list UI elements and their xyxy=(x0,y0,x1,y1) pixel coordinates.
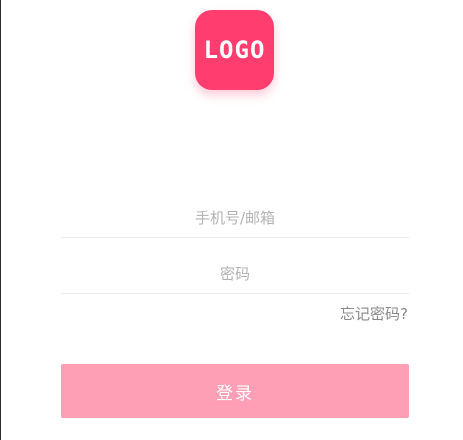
account-field xyxy=(61,198,409,238)
forgot-password-link[interactable]: 忘记密码? xyxy=(340,304,408,324)
password-input[interactable] xyxy=(61,254,409,293)
account-input[interactable] xyxy=(61,198,409,237)
password-field xyxy=(61,254,409,294)
logo-text: LOGO xyxy=(203,36,266,64)
login-page: LOGO 忘记密码? 登录 xyxy=(0,0,463,440)
login-button[interactable]: 登录 xyxy=(61,364,409,418)
app-logo: LOGO xyxy=(195,10,274,90)
